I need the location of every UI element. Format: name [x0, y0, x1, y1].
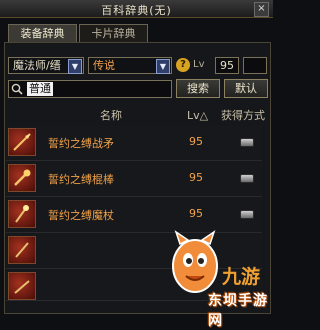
help-icon[interactable]: ?: [176, 58, 190, 72]
staff-icon: [8, 200, 36, 228]
mascot-watermark-icon: [172, 230, 218, 293]
lv-max-input[interactable]: [243, 57, 267, 74]
source-indicator-icon[interactable]: [240, 210, 254, 219]
window-title: 百科辞典(无): [101, 4, 172, 17]
weapon-icon: [8, 236, 36, 264]
spear-icon: [8, 128, 36, 156]
lv-label: Lv: [193, 59, 205, 70]
column-header-source[interactable]: 获得方式: [221, 108, 265, 124]
list-item[interactable]: 誓约之缚棍棒 95: [6, 162, 262, 197]
search-input[interactable]: 普通: [27, 82, 53, 96]
item-level: 95: [189, 135, 203, 148]
default-button[interactable]: 默认: [224, 79, 268, 98]
item-name: 誓约之缚魔杖: [48, 209, 114, 222]
lv-min-input[interactable]: 95: [215, 57, 239, 74]
club-icon: [8, 164, 36, 192]
search-field[interactable]: 普通: [8, 80, 172, 98]
list-item[interactable]: 誓约之缚战矛 95: [6, 126, 262, 161]
source-indicator-icon[interactable]: [240, 138, 254, 147]
search-button[interactable]: 搜索: [176, 79, 220, 98]
column-header-name[interactable]: 名称: [100, 108, 122, 124]
class-select-value: 魔法师/缙: [13, 59, 61, 72]
column-header-lv[interactable]: Lv△: [187, 108, 208, 124]
weapon-icon: [8, 272, 36, 300]
item-name: 誓约之缚棍棒: [48, 173, 114, 186]
source-indicator-icon[interactable]: [240, 174, 254, 183]
item-name: 誓约之缚战矛: [48, 137, 114, 150]
item-level: 95: [189, 207, 203, 220]
watermark-text: 东坝手游网: [208, 293, 268, 329]
chevron-down-icon[interactable]: ▼: [156, 59, 170, 74]
search-icon: [11, 83, 23, 95]
tab-card-dictionary[interactable]: 卡片辞典: [79, 24, 148, 42]
class-select[interactable]: 魔法师/缙 ▼: [8, 57, 84, 74]
item-level: 95: [189, 171, 203, 184]
chevron-down-icon[interactable]: ▼: [68, 59, 82, 74]
title-bar: 百科辞典(无) ×: [0, 0, 273, 18]
tab-equipment-dictionary[interactable]: 装备辞典: [8, 24, 77, 42]
rarity-select[interactable]: 传说 ▼: [88, 57, 172, 74]
close-button[interactable]: ×: [254, 2, 269, 17]
rarity-select-value: 传说: [93, 59, 115, 72]
watermark-logo: 九游: [222, 266, 261, 288]
